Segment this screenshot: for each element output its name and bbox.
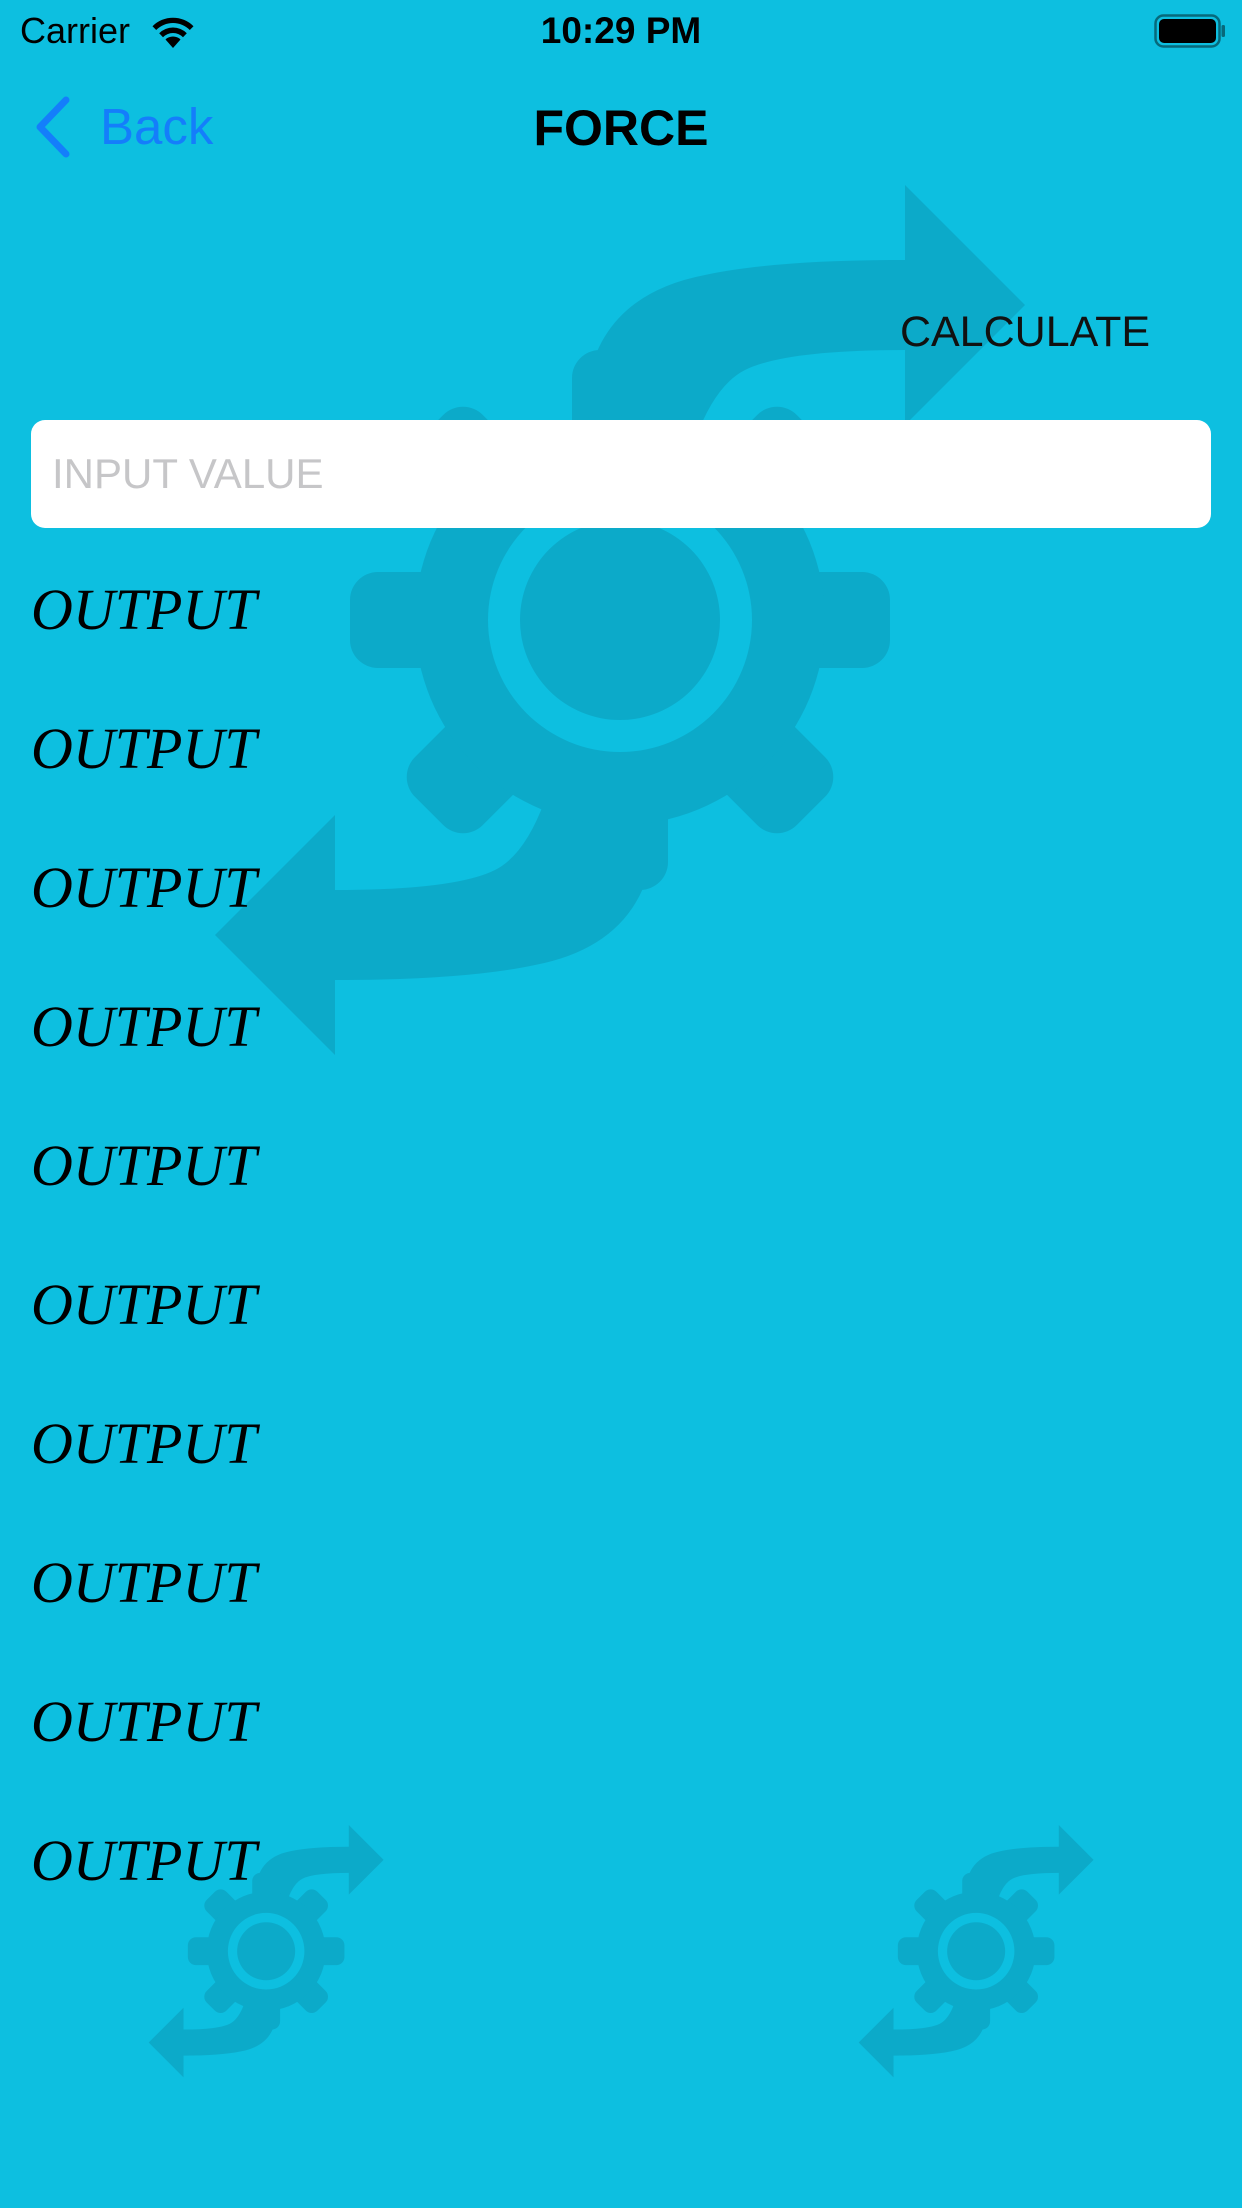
status-bar: Carrier 10:29 PM [0,0,1242,62]
output-list: OUTPUT OUTPUT OUTPUT OUTPUT OUTPUT OUTPU… [31,565,731,1955]
output-label: OUTPUT [31,1133,257,1198]
output-label: OUTPUT [31,1828,257,1893]
page-title: FORCE [533,100,709,156]
output-label: OUTPUT [31,1550,257,1615]
status-time: 10:29 PM [540,10,702,51]
battery-icon [1154,14,1225,48]
output-label: OUTPUT [31,1272,257,1337]
calculate-button[interactable]: CALCULATE [880,300,1170,364]
navigation-bar: Back FORCE [0,62,1242,192]
output-label: OUTPUT [31,994,257,1059]
output-label: OUTPUT [31,716,257,781]
output-label: OUTPUT [31,1411,257,1476]
output-label: OUTPUT [31,577,257,642]
output-label: OUTPUT [31,855,257,920]
output-label: OUTPUT [31,1689,257,1754]
input-value-field[interactable] [31,420,1211,528]
